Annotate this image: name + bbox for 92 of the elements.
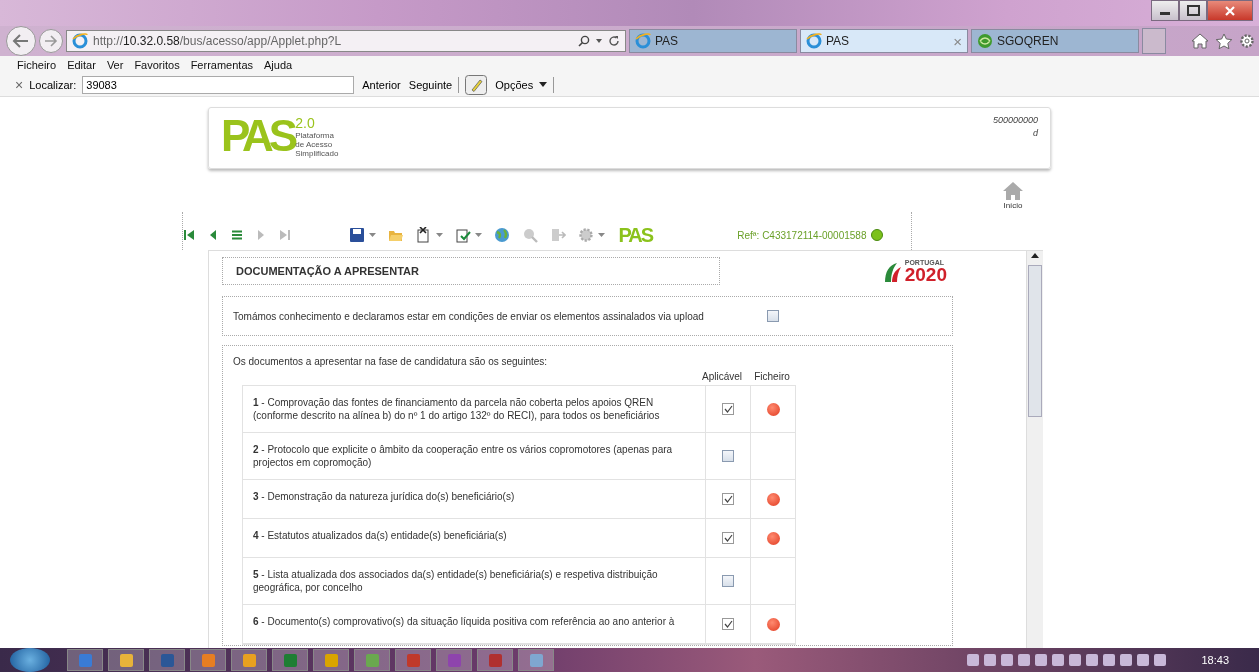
document-description: 3 - Demonstração da natureza jurídica do(s) beneficiário(s) [252,490,516,504]
document-description: 6 - Documento(s) comprovativo(s) da situação líquida positiva com referência ao ano anterior à [252,615,676,629]
clock: 18:43 [1201,654,1229,666]
browser-tab[interactable]: PAS × [800,29,968,53]
save-icon[interactable] [348,227,365,243]
pas-logo: PAS [221,114,294,162]
search-icon[interactable] [578,35,590,47]
tray-icon[interactable] [1120,654,1133,666]
document-description: 2 - Protocolo que explicite o âmbito da cooperação entre os vários copromotores (apenas para projectos em copromoção) [252,443,674,470]
minimize-button[interactable] [1151,0,1179,21]
tray-icon[interactable] [1018,654,1031,666]
import-icon[interactable] [454,227,471,243]
options-button[interactable]: Opções [495,78,534,91]
menu-item[interactable]: Ajuda [264,58,293,71]
logo-tagline: de Acesso [295,140,334,149]
highlighter-button[interactable] [465,74,488,95]
vertical-scrollbar[interactable] [1026,251,1043,648]
declaration-text: Tomámos conhecimento e declaramos estar em condições de enviar os elementos assinalados via upload [233,310,705,322]
taskbar-app-button[interactable] [108,649,144,671]
close-icon [1224,5,1236,16]
tray-icon[interactable] [1137,654,1150,666]
home-icon [1002,181,1024,201]
logo-tagline: Plataforma [295,131,335,140]
pas-logo: PAS [618,223,653,247]
tray-icon[interactable] [1154,654,1167,666]
menu-item[interactable]: Ficheiro [17,58,57,71]
export-icon[interactable] [415,227,432,243]
back-button[interactable] [6,26,36,56]
tray-icon[interactable] [967,654,980,666]
applicable-checkbox[interactable] [722,618,734,630]
column-header: Aplicável [701,371,743,382]
reference-number: Refª: C433172114-00001588 [737,229,867,241]
applicable-checkbox[interactable] [722,493,734,505]
tray-icon[interactable] [1069,654,1082,666]
address-text: http://10.32.0.58/bus/acesso/app/Applet.php?L [93,34,343,48]
menu-item[interactable]: Ferramentas [190,58,253,71]
refresh-icon[interactable] [608,35,620,47]
home-icon[interactable] [1191,32,1209,49]
logo-tagline: Simplificado [295,149,339,158]
caret-icon[interactable] [539,81,548,88]
applicable-checkbox[interactable] [722,450,734,462]
user-suffix: d [1033,127,1038,140]
close-find-button[interactable]: × [15,76,24,93]
globe-icon[interactable] [493,227,510,243]
restore-button[interactable] [1179,0,1207,21]
tray-icon[interactable] [1052,654,1065,666]
tray-icon[interactable] [1001,654,1014,666]
globe-icon [977,33,993,49]
section-title: DOCUMENTAÇÃO A APRESENTAR [222,257,720,285]
menu-icon[interactable] [230,229,243,241]
previous-button[interactable]: Anterior [362,78,401,91]
browser-tab[interactable]: PAS [629,29,797,53]
browser-tab[interactable]: SGOQREN [971,29,1139,53]
forward-button[interactable] [39,29,63,53]
status-dot [870,229,883,241]
close-button[interactable] [1207,0,1253,21]
applicable-checkbox[interactable] [722,403,734,415]
home-link[interactable]: Início [1002,181,1024,210]
menu-item[interactable]: Favoritos [134,58,180,71]
menu-item[interactable]: Ver [106,58,124,71]
taskbar-app-button[interactable] [313,649,349,671]
address-bar[interactable]: http://10.32.0.58/bus/acesso/app/Applet.php?L [66,30,626,52]
document-description: 1 - Comprovação das fontes de financiamento da parcela não coberta pelos apoios QREN (conforme descrito na alínea b) do nº 1 do artigo 132º do RECI), para todos os beneficiários [252,396,661,423]
star-icon[interactable] [1215,32,1233,50]
logo-version: 2.0 [295,116,316,131]
applicable-checkbox[interactable] [722,532,734,544]
column-header: Ficheiro [753,371,791,382]
document-description: 4 - Estatutos atualizados da(s) entidade(s) beneficiária(s) [252,529,508,543]
browser-icon [806,33,822,49]
up-arrow-icon[interactable] [1031,253,1039,259]
tray-icon[interactable] [984,654,997,666]
menu-item[interactable]: Editar [67,58,96,71]
documents-intro: Os documentos a apresentar na fase de candidatura são os seguintes: [233,356,549,367]
document-description: 5 - Lista atualizada dos associados da(s) entidade(s) beneficiária(s) e respetiva distribuição geográfica, por concelho [252,568,659,595]
forward-arrow-icon [44,35,58,47]
back-arrow-icon [12,34,30,48]
user-id: 500000000 [992,114,1038,127]
tray-icon[interactable] [1103,654,1116,666]
tray-icon[interactable] [1086,654,1099,666]
find-label: Localizar: [29,78,77,91]
applicable-checkbox[interactable] [722,575,734,587]
browser-icon [635,33,651,49]
tray-icon[interactable] [1035,654,1048,666]
start-button[interactable] [10,648,50,672]
find-field[interactable]: 39083 [82,75,355,94]
taskbar-app-button[interactable] [231,649,267,671]
first-icon[interactable] [182,229,195,241]
next-button[interactable]: Seguinte [408,78,453,91]
caret-icon[interactable] [595,38,603,44]
browser-icon [72,33,88,49]
declaration-checkbox[interactable] [767,310,779,322]
settings-icon[interactable] [1239,32,1255,49]
